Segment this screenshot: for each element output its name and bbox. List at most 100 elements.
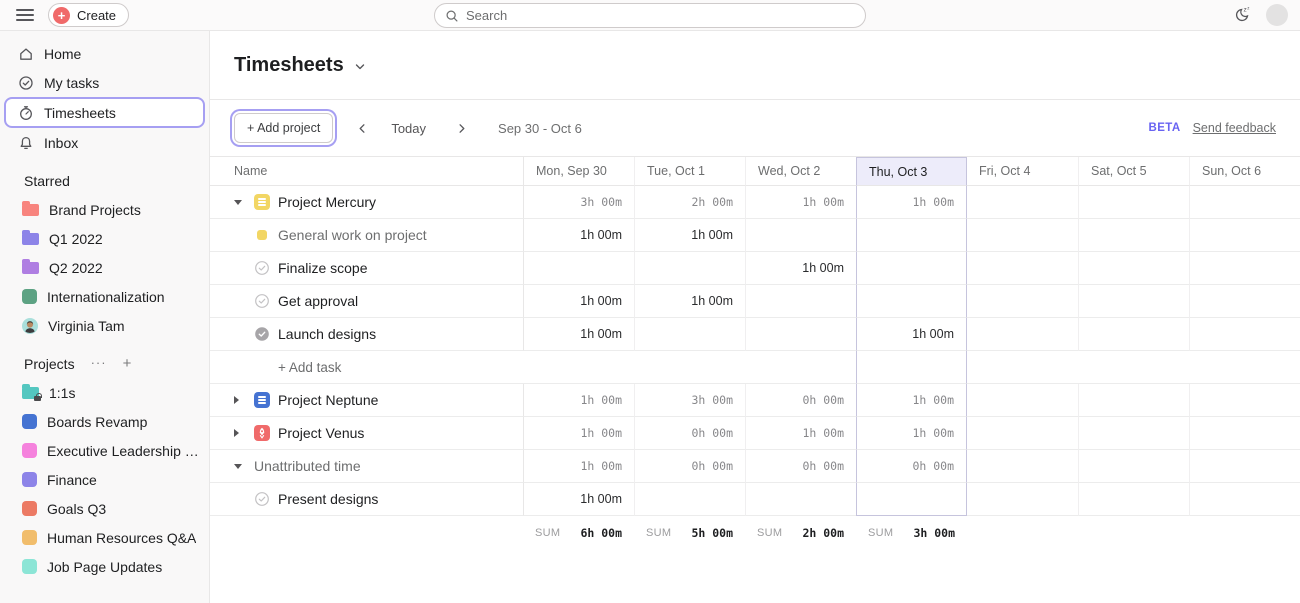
- prev-week-chevron-left-icon[interactable]: [349, 115, 375, 141]
- task-name[interactable]: Present designs: [278, 491, 378, 507]
- time-cell: 0h 00m: [745, 384, 856, 417]
- time-entry-cell[interactable]: 1h 00m: [523, 483, 634, 516]
- sidebar-item-timesheets[interactable]: Timesheets: [4, 97, 205, 128]
- column-header-day: Fri, Oct 4: [967, 157, 1078, 186]
- task-check-icon[interactable]: [254, 491, 270, 507]
- time-entry-cell[interactable]: [1189, 285, 1300, 318]
- time-entry-cell[interactable]: [745, 318, 856, 351]
- time-entry-cell[interactable]: 1h 00m: [634, 219, 745, 252]
- time-entry-cell[interactable]: [856, 252, 967, 285]
- task-name[interactable]: Launch designs: [278, 326, 376, 342]
- create-button[interactable]: + Create: [48, 3, 129, 27]
- time-entry-cell[interactable]: [745, 219, 856, 252]
- add-task-button[interactable]: + Add task: [234, 360, 341, 375]
- time-entry-cell[interactable]: [967, 318, 1078, 351]
- expand-chevron-icon[interactable]: [234, 429, 250, 437]
- timesheets-icon: [18, 105, 34, 121]
- empty-cell: [1189, 351, 1300, 384]
- starred-item-q1-2022[interactable]: Q1 2022: [0, 224, 209, 253]
- project-item-executive-leadership[interactable]: Executive Leadership Gr...: [0, 436, 209, 465]
- time-entry-cell[interactable]: [634, 252, 745, 285]
- time-entry-cell[interactable]: [967, 219, 1078, 252]
- task-name[interactable]: Finalize scope: [278, 260, 368, 276]
- project-item-finance[interactable]: Finance: [0, 465, 209, 494]
- project-name[interactable]: Project Mercury: [278, 194, 376, 210]
- send-feedback-link[interactable]: Send feedback: [1193, 121, 1276, 135]
- table-row-get-approval: Get approval 1h 00m 1h 00m: [210, 285, 1300, 318]
- time-cell: 1h 00m: [523, 384, 634, 417]
- collapse-chevron-icon[interactable]: [234, 200, 250, 205]
- time-entry-cell[interactable]: [1189, 252, 1300, 285]
- user-avatar[interactable]: [1266, 4, 1288, 26]
- time-entry-cell[interactable]: [967, 285, 1078, 318]
- table-row-project-venus: Project Venus 1h 00m 0h 00m 1h 00m 1h 00…: [210, 417, 1300, 450]
- completed-check-icon[interactable]: [254, 326, 270, 342]
- project-name[interactable]: Project Venus: [278, 425, 364, 441]
- my-tasks-icon: [18, 75, 34, 91]
- row-name[interactable]: Unattributed time: [254, 458, 361, 474]
- next-week-chevron-right-icon[interactable]: [448, 115, 474, 141]
- time-entry-cell[interactable]: 1h 00m: [745, 252, 856, 285]
- time-entry-cell[interactable]: [1078, 219, 1189, 252]
- time-entry-cell[interactable]: 1h 00m: [523, 219, 634, 252]
- project-item-1-1s[interactable]: 1:1s: [0, 378, 209, 407]
- starred-item-internationalization[interactable]: Internationalization: [0, 282, 209, 311]
- time-entry-cell[interactable]: [1078, 252, 1189, 285]
- task-check-icon[interactable]: [254, 293, 270, 309]
- hamburger-icon[interactable]: [16, 9, 34, 21]
- title-chevron-down-icon[interactable]: [354, 61, 366, 73]
- time-cell: 3h 00m: [634, 384, 745, 417]
- time-entry-cell[interactable]: [1189, 318, 1300, 351]
- table-row-finalize-scope: Finalize scope 1h 00m: [210, 252, 1300, 285]
- project-item-human-resources[interactable]: Human Resources Q&A: [0, 523, 209, 552]
- time-entry-cell[interactable]: [856, 219, 967, 252]
- time-entry-cell[interactable]: 1h 00m: [634, 285, 745, 318]
- projects-more-icon[interactable]: ···: [91, 360, 107, 367]
- add-project-button[interactable]: + Add project: [234, 113, 333, 143]
- snooze-moon-icon[interactable]: z z: [1232, 5, 1252, 25]
- svg-text:z: z: [1247, 6, 1250, 11]
- starred-section-title: Starred: [24, 173, 70, 189]
- time-entry-cell[interactable]: [634, 318, 745, 351]
- sidebar-item-my-tasks[interactable]: My tasks: [4, 68, 205, 97]
- time-entry-cell[interactable]: 1h 00m: [856, 318, 967, 351]
- time-entry-cell[interactable]: [1078, 318, 1189, 351]
- collapse-chevron-icon[interactable]: [234, 464, 250, 469]
- time-entry-cell[interactable]: [967, 483, 1078, 516]
- time-entry-cell[interactable]: 1h 00m: [523, 318, 634, 351]
- task-name[interactable]: Get approval: [278, 293, 358, 309]
- sidebar-item-inbox[interactable]: Inbox: [4, 128, 205, 157]
- time-entry-cell[interactable]: [745, 285, 856, 318]
- time-entry-cell[interactable]: [1078, 285, 1189, 318]
- empty-cell: [1078, 351, 1189, 384]
- time-cell: [1078, 450, 1189, 483]
- time-entry-cell[interactable]: 1h 00m: [523, 285, 634, 318]
- time-entry-cell[interactable]: [1189, 483, 1300, 516]
- project-item-goals-q3[interactable]: Goals Q3: [0, 494, 209, 523]
- starred-item-virginia-tam[interactable]: Virginia Tam: [0, 311, 209, 340]
- time-entry-cell[interactable]: [967, 252, 1078, 285]
- starred-item-q2-2022[interactable]: Q2 2022: [0, 253, 209, 282]
- time-entry-cell[interactable]: [745, 483, 856, 516]
- empty-cell: [856, 351, 967, 384]
- avatar: [22, 318, 38, 334]
- sidebar-item-home[interactable]: Home: [4, 39, 205, 68]
- search-input[interactable]: Search: [434, 3, 866, 28]
- project-item-boards-revamp[interactable]: Boards Revamp: [0, 407, 209, 436]
- time-entry-cell[interactable]: [634, 483, 745, 516]
- task-check-icon[interactable]: [254, 260, 270, 276]
- time-entry-cell[interactable]: [1078, 483, 1189, 516]
- time-entry-cell[interactable]: [856, 483, 967, 516]
- project-name[interactable]: Project Neptune: [278, 392, 378, 408]
- today-button[interactable]: Today: [385, 121, 432, 136]
- starred-item-brand-projects[interactable]: Brand Projects: [0, 195, 209, 224]
- table-row-add-task: + Add task: [210, 351, 1300, 384]
- time-entry-cell[interactable]: [523, 252, 634, 285]
- time-entry-cell[interactable]: [1189, 219, 1300, 252]
- expand-chevron-icon[interactable]: [234, 396, 250, 404]
- projects-add-icon[interactable]: +: [123, 356, 132, 371]
- project-item-job-page-updates[interactable]: Job Page Updates: [0, 552, 209, 581]
- time-cell: 0h 00m: [856, 450, 967, 483]
- time-entry-cell[interactable]: [856, 285, 967, 318]
- row-name[interactable]: General work on project: [278, 227, 427, 243]
